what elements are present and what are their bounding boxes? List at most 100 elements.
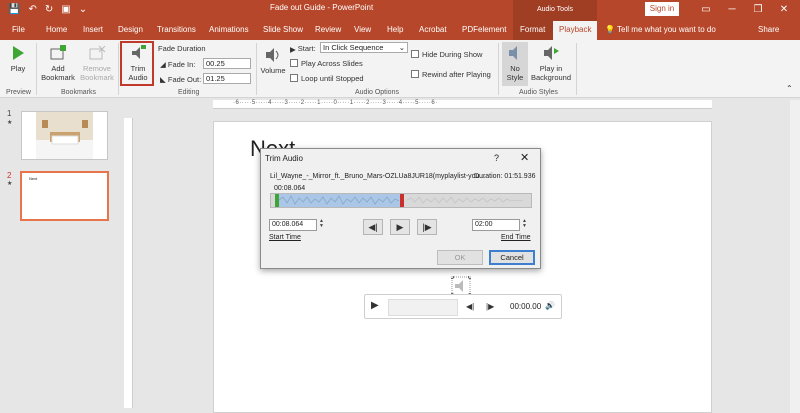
group-audio-styles-label: Audio Styles — [519, 89, 558, 96]
audio-filename: Lil_Wayne_-_Mirror_ft._Bruno_Mars-OZLUa8… — [270, 173, 486, 180]
maximize-button[interactable]: ❐ — [746, 0, 770, 19]
undo-icon[interactable]: ↶ — [28, 2, 36, 17]
fade-out-input[interactable]: 01.25 — [203, 73, 251, 84]
player-back-button[interactable]: ◀| — [466, 302, 474, 311]
share-button[interactable]: Share — [758, 22, 779, 37]
tab-format[interactable]: Format — [514, 22, 551, 37]
dialog-title: Trim Audio — [265, 154, 303, 163]
tab-review[interactable]: Review — [309, 22, 347, 37]
start-time-input[interactable]: 00:08.064 — [269, 219, 317, 231]
start-marker[interactable] — [275, 194, 279, 207]
play-across-slides-checkbox[interactable]: Play Across Slides — [290, 59, 363, 68]
speaker-icon[interactable] — [451, 276, 471, 296]
fade-in-label: ◢ Fade In: — [160, 60, 196, 69]
group-editing-label: Editing — [178, 89, 200, 96]
start-time-spinner[interactable]: ▲ ▼ — [319, 219, 324, 229]
tell-me-search[interactable]: 💡 Tell me what you want to do — [605, 22, 716, 37]
ribbon: Play Preview Add Bookmark Remove Bookmar… — [0, 40, 800, 98]
checkbox-icon — [290, 59, 298, 67]
volume-label: Volume — [260, 66, 286, 75]
trim-audio-icon — [132, 45, 146, 59]
fade-duration-label: Fade Duration — [158, 44, 206, 53]
tab-playback[interactable]: Playback — [553, 21, 598, 40]
fade-in-input[interactable]: 00.25 — [203, 58, 251, 69]
tab-slide-show[interactable]: Slide Show — [257, 22, 309, 37]
transition-star-icon: ★ — [7, 120, 13, 126]
rewind-after-playing-checkbox[interactable]: Rewind after Playing — [411, 70, 491, 79]
tab-home[interactable]: Home — [40, 22, 73, 37]
player-forward-button[interactable]: |▶ — [486, 302, 494, 311]
waveform-track[interactable] — [270, 193, 532, 208]
customize-qat-icon[interactable]: ⌄ — [79, 2, 87, 17]
fade-out-text: Fade Out: — [167, 75, 202, 84]
play-icon — [13, 46, 24, 60]
end-time-input[interactable]: 02:00 — [472, 219, 520, 231]
sign-in-button[interactable]: Sign in — [645, 2, 679, 16]
fade-in-text: Fade In: — [167, 60, 196, 69]
slide-thumbnail-1[interactable] — [21, 111, 108, 160]
no-style-icon — [509, 46, 517, 60]
present-icon[interactable]: ▣ — [61, 2, 70, 17]
save-icon[interactable]: 💾 — [8, 2, 20, 17]
add-bookmark-label: Add Bookmark — [41, 64, 75, 82]
play-in-background-label: Play in Background — [530, 64, 572, 82]
minimize-button[interactable]: ─ — [720, 0, 744, 19]
trim-audio-label: Trim Audio — [128, 64, 148, 82]
tell-me-text: Tell me what you want to do — [617, 25, 716, 34]
slide-thumbnail-2-title: Next — [29, 176, 38, 181]
group-divider — [498, 43, 499, 95]
play-in-background-icon — [544, 46, 559, 60]
next-frame-button[interactable]: |▶ — [417, 219, 437, 235]
tab-pdfelement[interactable]: PDFelement — [456, 22, 512, 37]
tab-help[interactable]: Help — [381, 22, 409, 37]
group-divider — [576, 43, 577, 95]
audio-player-bar: ▶ ◀| |▶ 00:00.00 🔊 — [364, 294, 562, 319]
close-button[interactable]: ✕ — [772, 0, 796, 19]
play-in-background-button[interactable]: Play in Background — [530, 44, 572, 82]
checkbox-icon — [411, 50, 419, 58]
play-button[interactable]: ▶ — [390, 219, 410, 235]
ribbon-tabs: File Home Insert Design Transitions Anim… — [0, 19, 800, 40]
group-bookmarks-label: Bookmarks — [61, 89, 97, 96]
tab-transitions[interactable]: Transitions — [151, 22, 202, 37]
ribbon-display-options-icon[interactable]: ▭ — [694, 0, 718, 19]
slide-thumbnail-2[interactable]: Next — [20, 171, 109, 221]
player-play-button[interactable]: ▶ — [371, 300, 379, 311]
tab-animations[interactable]: Animations — [203, 22, 255, 37]
close-icon[interactable]: ✕ — [520, 151, 529, 164]
collapse-ribbon-icon[interactable]: ⌃ — [786, 84, 793, 93]
bedroom-image — [36, 112, 93, 159]
start-dropdown[interactable]: In Click Sequence ⌄ — [320, 42, 408, 53]
end-time-spinner[interactable]: ▲ ▼ — [522, 219, 527, 229]
cancel-button[interactable]: Cancel — [489, 250, 535, 265]
player-progress-track[interactable] — [388, 299, 458, 316]
tab-design[interactable]: Design — [112, 22, 149, 37]
hide-during-show-checkbox[interactable]: Hide During Show — [411, 50, 482, 59]
vertical-scrollbar[interactable] — [790, 100, 800, 413]
remove-bookmark-icon — [89, 45, 106, 60]
previous-frame-button[interactable]: ◀| — [363, 219, 383, 235]
no-style-button[interactable]: No Style — [502, 42, 528, 86]
slide-number: 1 — [7, 109, 12, 118]
end-marker[interactable] — [400, 194, 404, 207]
play-button[interactable]: Play — [6, 44, 30, 73]
remove-bookmark-button[interactable]: Remove Bookmark — [78, 44, 116, 82]
tab-file[interactable]: File — [6, 22, 31, 37]
help-icon[interactable]: ? — [494, 153, 499, 163]
loop-until-stopped-checkbox[interactable]: Loop until Stopped — [290, 74, 364, 83]
tab-insert[interactable]: Insert — [77, 22, 109, 37]
player-volume-icon[interactable]: 🔊 — [545, 301, 555, 310]
redo-icon[interactable]: ↻ — [45, 2, 53, 17]
no-style-label: No Style — [506, 64, 524, 82]
context-tab-group: Audio Tools — [513, 0, 597, 19]
volume-button[interactable]: Volume — [259, 46, 287, 75]
trim-audio-button[interactable]: Trim Audio — [124, 44, 152, 82]
add-bookmark-icon — [50, 45, 66, 60]
slide-number: 2 — [7, 171, 12, 180]
tab-acrobat[interactable]: Acrobat — [413, 22, 453, 37]
add-bookmark-button[interactable]: Add Bookmark — [40, 44, 76, 82]
ruler-ticks: ·6·····5·····4·····3·····2·····1·····0··… — [233, 100, 438, 106]
title-bar: 💾 ↶ ↻ ▣ ⌄ Fade out Guide - PowerPoint Au… — [0, 0, 800, 19]
ok-button[interactable]: OK — [437, 250, 483, 265]
tab-view[interactable]: View — [348, 22, 377, 37]
